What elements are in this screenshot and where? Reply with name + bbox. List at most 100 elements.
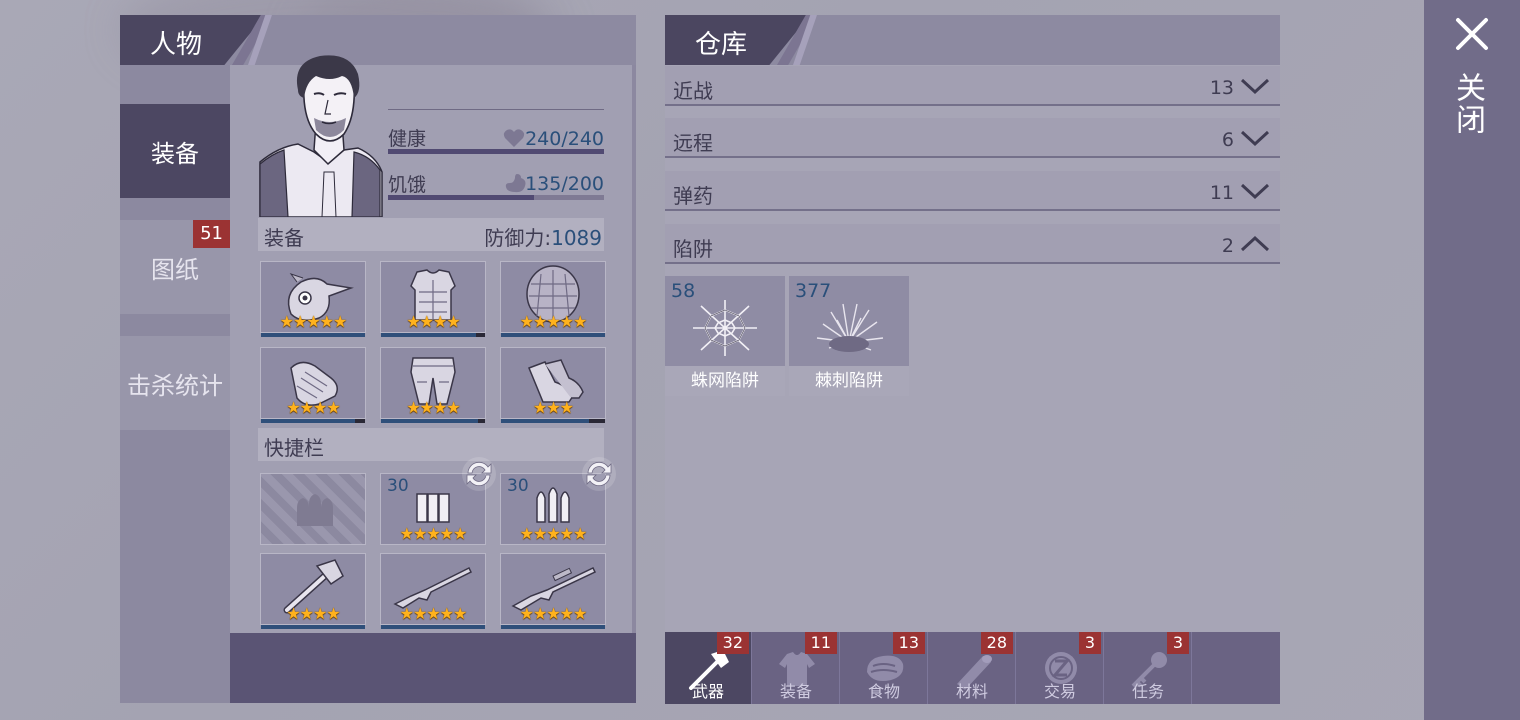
character-title: 人物 (150, 30, 203, 60)
chevron-down-icon (1240, 183, 1270, 200)
tab-food[interactable]: 13 食物 (841, 632, 928, 704)
close-icon[interactable] (1452, 14, 1492, 54)
tab-label: 装备 (779, 682, 812, 701)
equipment-slot-head[interactable]: ★★★★★ (260, 261, 366, 337)
inventory-item-thorn-trap[interactable]: 377 棘刺陷阱 (789, 276, 909, 396)
tab-label: 交易 (1043, 682, 1076, 701)
empty-ammo-slot-icon (297, 494, 333, 526)
star-rating: ★★★★★ (519, 524, 588, 543)
equipment-section-title: 装备 (264, 226, 304, 250)
stomach-icon (505, 174, 526, 193)
item-count: 30 (387, 476, 409, 496)
star-rating: ★★★★ (406, 312, 460, 331)
inventory-item-spider-web-trap[interactable]: 58 蛛网陷阱 (665, 276, 785, 396)
durability-bar (501, 333, 605, 337)
stats-top-line (388, 109, 604, 110)
category-count: 6 (1221, 129, 1234, 151)
tab-badge: 11 (804, 632, 837, 654)
category-ammo[interactable]: 弹药 11 (665, 171, 1280, 211)
blueprints-badge: 51 (193, 220, 230, 248)
side-tab-blueprints[interactable]: 图纸 51 (120, 220, 230, 314)
equipment-slot-back[interactable]: ★★★★★ (500, 261, 606, 337)
category-traps[interactable]: 陷阱 2 (665, 224, 1280, 264)
durability-bar (501, 419, 589, 423)
row-divider (665, 156, 1280, 158)
side-tab-label: 图纸 (151, 255, 199, 284)
star-rating: ★★★★★ (399, 604, 468, 623)
item-count: 58 (671, 280, 696, 302)
warehouse-title: 仓库 (695, 30, 748, 60)
side-tab-label: 击杀统计 (127, 371, 223, 400)
tab-badge: 3 (1078, 632, 1101, 654)
star-rating: ★★★★ (286, 604, 340, 623)
heart-icon (503, 129, 525, 147)
row-divider (665, 209, 1280, 211)
item-name: 棘刺陷阱 (789, 366, 909, 396)
defense-value: 1089 (551, 226, 602, 250)
hunger-bar (388, 195, 604, 200)
hotbar-slot-shotgun[interactable]: ★★★★★ (380, 553, 486, 629)
category-count: 2 (1221, 235, 1234, 257)
hotbar-slot-hatchet[interactable]: ★★★★ (260, 553, 366, 629)
star-rating: ★★★★★ (399, 524, 468, 543)
chevron-down-icon (1240, 78, 1270, 95)
tab-equipment[interactable]: 11 装备 (753, 632, 840, 704)
tab-badge: 13 (892, 632, 925, 654)
star-rating: ★★★★★ (519, 604, 588, 623)
row-divider (665, 104, 1280, 106)
swap-icon[interactable] (580, 455, 618, 493)
side-tab-kill-stats[interactable]: 击杀统计 (120, 336, 230, 430)
equipment-slot-body[interactable]: ★★★★ (380, 261, 486, 337)
hotbar-slot-rifle[interactable]: ★★★★★ (500, 553, 606, 629)
star-rating: ★★★★ (286, 398, 340, 417)
tab-materials[interactable]: 28 材料 (929, 632, 1016, 704)
item-name: 蛛网陷阱 (665, 366, 785, 396)
hunger-bar-fill (388, 195, 534, 200)
durability-bar (381, 419, 478, 423)
chevron-down-icon (1240, 130, 1270, 147)
side-tab-equipment[interactable]: 装备 (120, 104, 230, 198)
tab-label: 武器 (691, 682, 724, 701)
category-melee[interactable]: 近战 13 (665, 66, 1280, 106)
chevron-up-icon (1240, 235, 1270, 252)
tab-badge: 32 (716, 632, 749, 654)
durability-bar (381, 333, 476, 337)
tab-weapons[interactable]: 32 武器 (665, 632, 752, 704)
equipment-slot-hands[interactable]: ★★★★ (260, 347, 366, 423)
category-count: 11 (1209, 182, 1234, 204)
equipment-slot-feet[interactable]: ★★★ (500, 347, 606, 423)
category-name: 弹药 (673, 184, 713, 208)
swap-icon[interactable] (460, 455, 498, 493)
hotbar-section-header: 快捷栏 (258, 428, 604, 461)
close-button-label[interactable]: 关闭 (1450, 72, 1489, 136)
defense-label: 防御力: (484, 226, 552, 250)
health-bar-fill (388, 149, 604, 154)
tab-badge: 3 (1166, 632, 1189, 654)
hunger-label: 饥饿 (388, 174, 427, 196)
character-footer (230, 633, 636, 703)
tab-label: 任务 (1131, 682, 1164, 701)
side-tab-label: 装备 (151, 139, 199, 168)
category-count: 13 (1209, 77, 1234, 99)
durability-bar (261, 333, 365, 337)
panel-divider (632, 65, 636, 633)
category-ranged[interactable]: 远程 6 (665, 118, 1280, 158)
item-count: 377 (795, 280, 832, 302)
health-bar (388, 149, 604, 154)
category-name: 近战 (673, 79, 713, 103)
tab-badge: 28 (980, 632, 1013, 654)
star-rating: ★★★★★ (279, 312, 348, 331)
tab-label: 材料 (955, 682, 988, 701)
item-count: 30 (507, 476, 529, 496)
tab-quests[interactable]: 3 任务 (1105, 632, 1192, 704)
hotbar-slot-empty[interactable] (260, 473, 366, 545)
hunger-value: 135/200 (525, 173, 604, 195)
equipment-section-header: 装备 防御力:1089 (258, 218, 604, 251)
defense-readout: 防御力:1089 (484, 222, 602, 251)
tab-trade[interactable]: 3 交易 (1017, 632, 1104, 704)
category-name: 陷阱 (673, 237, 713, 261)
character-portrait (259, 55, 383, 217)
durability-bar (261, 625, 365, 629)
health-value: 240/240 (525, 128, 604, 150)
equipment-slot-legs[interactable]: ★★★★ (380, 347, 486, 423)
